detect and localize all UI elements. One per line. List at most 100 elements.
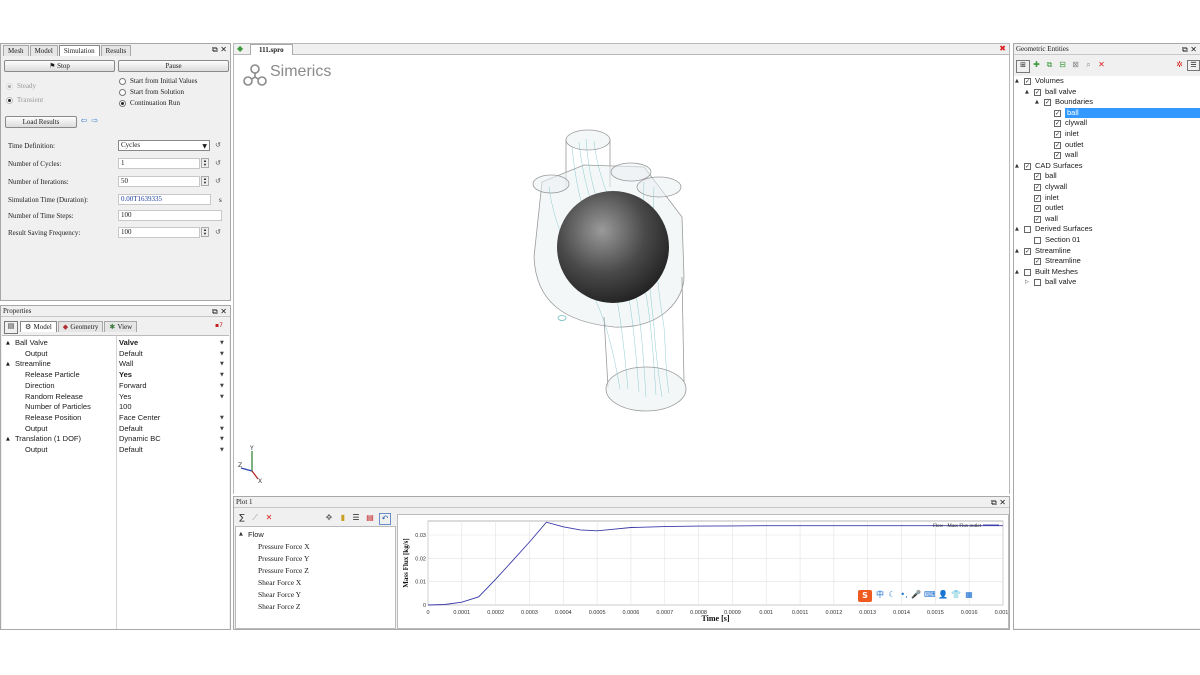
entity-tree-item[interactable]: ✓ outlet (1014, 140, 1200, 151)
plot-variable-item[interactable]: Shear Force Y (258, 590, 301, 599)
tab-view[interactable]: ✱ View (104, 321, 138, 332)
property-row[interactable]: Release Particle Yes ▼ (2, 370, 229, 381)
tab-simulation[interactable]: Simulation (58, 45, 100, 56)
back-icon[interactable]: ↶ (379, 513, 391, 525)
property-value[interactable]: Yes (119, 370, 132, 381)
entity-tree-item[interactable]: ✓ outlet (1014, 203, 1200, 214)
visibility-checkbox[interactable]: ✓ (1034, 184, 1041, 191)
sigma-icon[interactable]: ∑ (237, 513, 247, 523)
sim-time-input[interactable]: 0.00T1639335 (118, 194, 211, 205)
tab-results[interactable]: Results (100, 45, 132, 56)
expand-icon[interactable]: ▲ (1035, 97, 1042, 108)
chinese-input-icon[interactable]: 中 (875, 590, 885, 600)
expand-icon[interactable]: ▲ (1015, 161, 1022, 172)
forward-arrow-icon[interactable]: ⇨ (90, 116, 100, 126)
delete-icon[interactable]: ✕ (1096, 60, 1107, 70)
property-value[interactable]: Default (119, 445, 143, 456)
reset-icon[interactable]: ↺ (215, 141, 221, 149)
back-arrow-icon[interactable]: ⇦ (79, 116, 89, 126)
property-value[interactable]: 100 (119, 402, 132, 413)
microphone-icon[interactable]: 🎤 (911, 590, 921, 600)
chevron-down-icon[interactable]: ▼ (220, 434, 224, 445)
document-tab[interactable]: 111.spro (250, 44, 293, 55)
chevron-down-icon[interactable]: ▼ (220, 445, 224, 456)
property-value[interactable]: Default (119, 424, 143, 435)
plot-variable-item[interactable]: Pressure Force Z (258, 566, 309, 575)
tab-mesh[interactable]: Mesh (3, 45, 29, 56)
tab-model[interactable]: ⚙ Model (20, 321, 57, 332)
flow-tree-root[interactable]: Flow (248, 530, 264, 539)
list-view-icon[interactable]: ☰ (1187, 60, 1200, 71)
visibility-checkbox[interactable]: ✓ (1054, 109, 1061, 117)
property-value[interactable]: Yes (119, 392, 131, 403)
pin-icon[interactable]: ▪7 (215, 321, 223, 331)
float-close-icon[interactable]: ⧉ ✕ (1182, 44, 1197, 55)
property-row[interactable]: Output Default ▼ (2, 445, 229, 456)
entity-tree-item[interactable]: Section 01 (1014, 235, 1200, 246)
document-icon[interactable]: ▮ (338, 513, 348, 523)
visibility-checkbox[interactable]: ✓ (1034, 88, 1041, 96)
num-time-steps-input[interactable]: 100 (118, 210, 222, 221)
visibility-checkbox[interactable]: ✓ (1034, 215, 1041, 223)
entity-tree-item[interactable]: ▲ ✓ Streamline (1014, 246, 1200, 257)
start-solution-radio[interactable] (119, 89, 126, 96)
reset-icon[interactable]: ↺ (215, 228, 221, 236)
property-value[interactable]: Forward (119, 381, 147, 392)
entity-tree-item[interactable]: ▲ Built Meshes (1014, 267, 1200, 278)
property-row[interactable]: Output Default ▼ (2, 349, 229, 360)
visibility-checkbox[interactable]: ✓ (1024, 162, 1031, 170)
property-row[interactable]: Release Position Face Center ▼ (2, 413, 229, 424)
select-mode-icon[interactable]: ⊞ (1016, 60, 1030, 73)
tab-model[interactable]: Model (29, 45, 58, 56)
pause-button[interactable]: Pause (118, 60, 229, 72)
continuation-run-radio[interactable] (119, 100, 126, 107)
plot-variable-item[interactable]: Pressure Force X (258, 542, 310, 551)
moon-icon[interactable]: ☾ (887, 590, 897, 600)
collapse-icon[interactable]: ▲ (6, 338, 10, 349)
chevron-down-icon[interactable]: ▼ (220, 338, 224, 349)
chart-area[interactable]: 0 0.0001 0.0002 0.0003 0.0004 0.0005 0.0006 0.0… (397, 514, 1009, 629)
entity-tree-item[interactable]: ✓ clywall (1014, 182, 1200, 193)
visibility-checkbox[interactable]: ✓ (1034, 194, 1041, 202)
expand-icon[interactable]: ▲ (1015, 267, 1022, 278)
property-row[interactable]: ▲ Translation (1 DOF) Dynamic BC ▼ (2, 434, 229, 445)
property-value[interactable]: Valve (119, 338, 138, 349)
visibility-checkbox[interactable]: ✓ (1034, 173, 1041, 181)
collapse-icon[interactable]: ▲ (6, 359, 10, 370)
entity-tree-item[interactable]: ✓ ball (1014, 107, 1200, 119)
property-row[interactable]: Random Release Yes ▼ (2, 392, 229, 403)
entity-tree-item[interactable]: ▲ ✓ ball valve (1014, 87, 1200, 98)
chevron-down-icon[interactable]: ▼ (220, 370, 224, 381)
collapse-icon[interactable]: ▲ (239, 531, 246, 537)
entity-tree-item[interactable]: ✓ clywall (1014, 118, 1200, 129)
visibility-checkbox[interactable]: ✓ (1054, 120, 1061, 128)
load-results-button[interactable]: Load Results (5, 116, 77, 128)
property-value[interactable]: Face Center (119, 413, 160, 424)
result-saving-input[interactable]: 100 (118, 227, 200, 238)
plot-variable-item[interactable]: Shear Force Z (258, 602, 300, 611)
grid-icon[interactable]: ▦ (964, 590, 974, 600)
visibility-checkbox[interactable]: ✓ (1054, 131, 1061, 138)
list-icon[interactable]: ☰ (351, 513, 361, 523)
chevron-down-icon[interactable]: ▼ (220, 359, 224, 370)
entity-tree-item[interactable]: ✓ inlet (1014, 193, 1200, 204)
chevron-down-icon[interactable]: ▼ (220, 413, 224, 424)
split-icon[interactable]: ⊟ (1057, 60, 1068, 70)
property-value[interactable]: Wall (119, 359, 133, 370)
property-value[interactable]: Dynamic BC (119, 434, 161, 445)
entity-tree-item[interactable]: ▲ ✓ CAD Surfaces (1014, 161, 1200, 172)
chevron-down-icon[interactable]: ▼ (220, 349, 224, 360)
entity-tree-item[interactable]: ▲ ✓ Boundaries (1014, 97, 1200, 108)
visibility-checkbox[interactable]: ✓ (1054, 152, 1061, 160)
close-document-icon[interactable]: ✖ (999, 44, 1006, 54)
num-cycles-input[interactable]: 1 (118, 158, 200, 169)
visibility-checkbox[interactable] (1024, 268, 1031, 276)
num-iterations-input[interactable]: 50 (118, 176, 200, 187)
result-saving-stepper[interactable]: ▲ ▼ (201, 227, 209, 237)
copy-icon[interactable]: ⧉ (1044, 60, 1055, 70)
delete-icon[interactable]: ✕ (264, 513, 274, 523)
entity-tree-item[interactable]: ✓ ball (1014, 171, 1200, 182)
visibility-checkbox[interactable]: ✓ (1034, 258, 1041, 266)
visibility-checkbox[interactable]: ✓ (1024, 78, 1031, 85)
properties-toolbar-icon[interactable]: ▤ (4, 321, 18, 334)
